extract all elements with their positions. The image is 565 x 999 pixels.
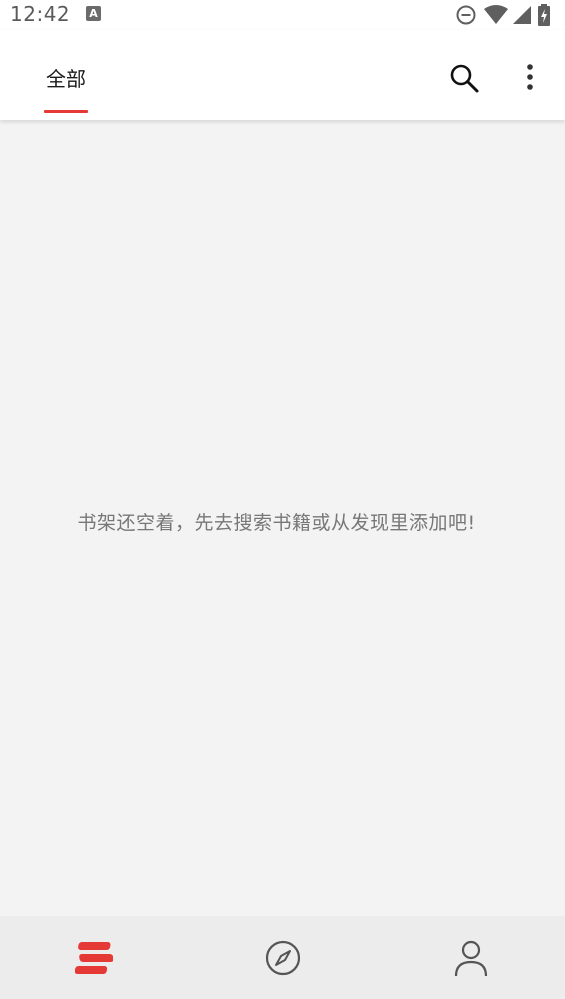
wifi-icon [484,5,508,24]
nav-discover[interactable] [261,936,305,980]
bottom-navigation [0,916,565,999]
status-bar: 12:42 A [0,0,565,30]
do-not-disturb-icon [456,5,476,25]
bookshelf-icon [75,942,113,974]
status-time: 12:42 [10,2,71,26]
nav-bookshelf[interactable] [72,936,116,980]
top-app-bar: 全部 [0,30,565,120]
tab-all[interactable]: 全部 [44,30,88,115]
bookshelf-content: 书架还空着，先去搜索书籍或从发现里添加吧! [0,120,565,916]
nav-profile[interactable] [449,936,493,980]
more-options-button[interactable] [516,60,544,96]
compass-icon [265,940,301,976]
person-icon [454,940,488,977]
empty-state-message: 书架还空着，先去搜索书籍或从发现里添加吧! [77,512,476,534]
search-icon [450,64,479,93]
cellular-signal-icon [513,6,531,24]
tab-all-label: 全部 [46,67,86,91]
search-button[interactable] [446,60,482,96]
app-notification-icon: A [86,6,101,21]
more-vert-icon [527,64,533,90]
tab-active-indicator [44,110,88,113]
battery-charging-icon [538,4,550,26]
